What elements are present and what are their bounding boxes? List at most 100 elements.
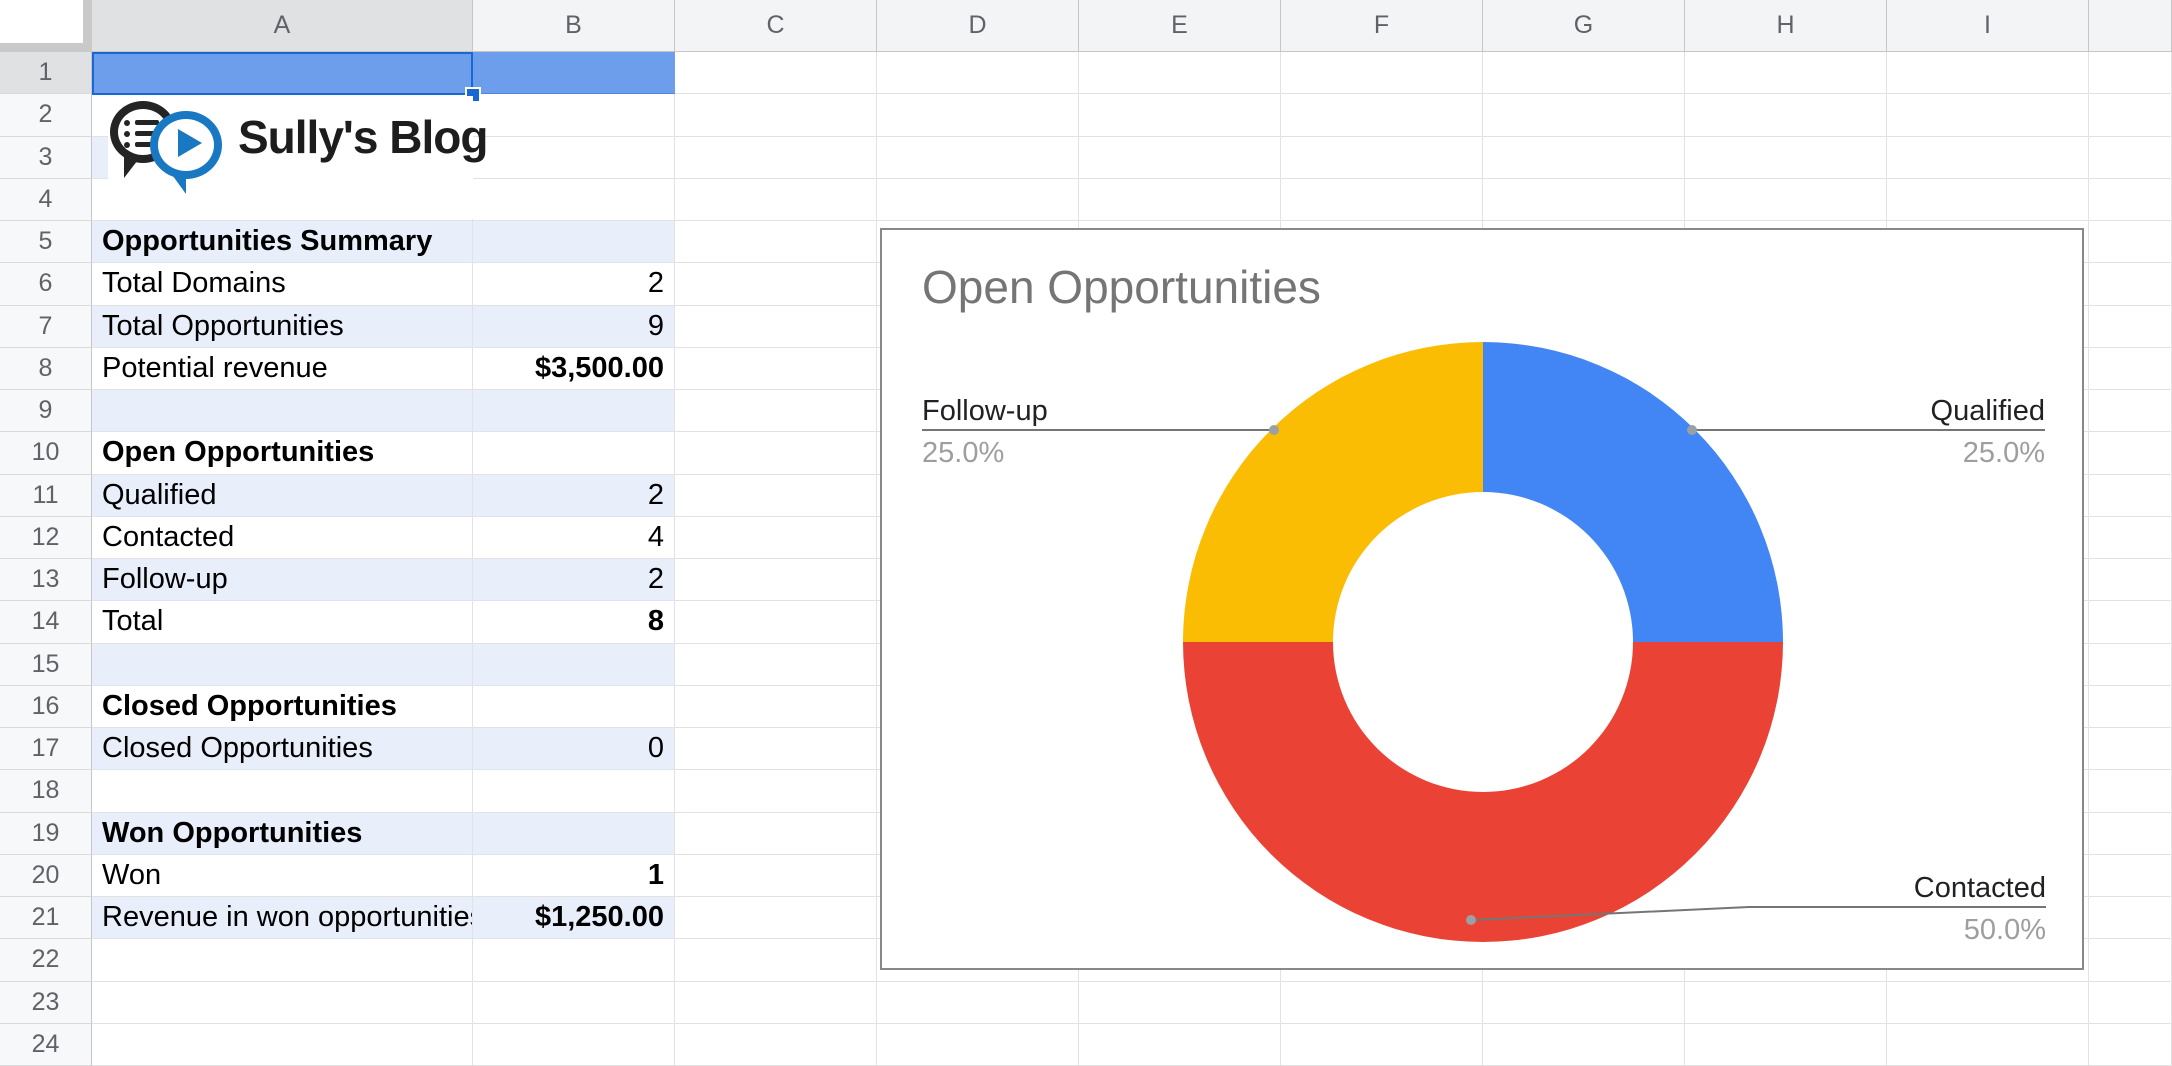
cell-E24[interactable] [1079, 1024, 1281, 1066]
cell-A23[interactable] [92, 982, 473, 1024]
cell-B7[interactable]: 9 [473, 306, 675, 348]
cell-F2[interactable] [1281, 94, 1483, 136]
cell-J10[interactable] [2089, 432, 2172, 474]
cell-C17[interactable] [675, 728, 877, 770]
row-header-9[interactable]: 9 [0, 390, 92, 432]
cell-C10[interactable] [675, 432, 877, 474]
row-header-16[interactable]: 16 [0, 686, 92, 728]
cell-I3[interactable] [1887, 137, 2089, 179]
cell-I1[interactable] [1887, 52, 2089, 94]
cell-B5[interactable] [473, 221, 675, 263]
cell-J5[interactable] [2089, 221, 2172, 263]
cell-J21[interactable] [2089, 897, 2172, 939]
cell-B14[interactable]: 8 [473, 601, 675, 643]
cell-J12[interactable] [2089, 517, 2172, 559]
cell-G3[interactable] [1483, 137, 1685, 179]
row-header-6[interactable]: 6 [0, 263, 92, 305]
cell-B6[interactable]: 2 [473, 263, 675, 305]
cell-B8[interactable]: $3,500.00 [473, 348, 675, 390]
cell-J6[interactable] [2089, 263, 2172, 305]
cell-A14[interactable]: Total [92, 601, 473, 643]
cell-C11[interactable] [675, 475, 877, 517]
cell-H1[interactable] [1685, 52, 1887, 94]
cell-B9[interactable] [473, 390, 675, 432]
row-header-14[interactable]: 14 [0, 601, 92, 643]
column-header-I[interactable]: I [1887, 0, 2089, 52]
cell-J24[interactable] [2089, 1024, 2172, 1066]
chart-container[interactable]: Open Opportunities Follow-up 25.0% Quali… [880, 228, 2084, 970]
row-header-24[interactable]: 24 [0, 1024, 92, 1066]
cell-J7[interactable] [2089, 306, 2172, 348]
cell-B15[interactable] [473, 644, 675, 686]
cell-G24[interactable] [1483, 1024, 1685, 1066]
row-header-1[interactable]: 1 [0, 52, 92, 94]
cell-J9[interactable] [2089, 390, 2172, 432]
cell-H3[interactable] [1685, 137, 1887, 179]
cell-J17[interactable] [2089, 728, 2172, 770]
cell-C9[interactable] [675, 390, 877, 432]
cell-E3[interactable] [1079, 137, 1281, 179]
cell-C18[interactable] [675, 770, 877, 812]
cell-J20[interactable] [2089, 855, 2172, 897]
cell-F4[interactable] [1281, 179, 1483, 221]
logo-image[interactable]: Sully's Blog [108, 96, 473, 219]
column-header-A[interactable]: A [92, 0, 473, 52]
column-header-C[interactable]: C [675, 0, 877, 52]
cell-E23[interactable] [1079, 982, 1281, 1024]
cell-A17[interactable]: Closed Opportunities [92, 728, 473, 770]
cell-J4[interactable] [2089, 179, 2172, 221]
cell-J1[interactable] [2089, 52, 2172, 94]
cell-F23[interactable] [1281, 982, 1483, 1024]
cell-B2[interactable] [473, 94, 675, 136]
cell-J3[interactable] [2089, 137, 2172, 179]
cell-G1[interactable] [1483, 52, 1685, 94]
row-header-23[interactable]: 23 [0, 982, 92, 1024]
cell-J14[interactable] [2089, 601, 2172, 643]
cell-J8[interactable] [2089, 348, 2172, 390]
cell-C3[interactable] [675, 137, 877, 179]
column-header-F[interactable]: F [1281, 0, 1483, 52]
cell-C4[interactable] [675, 179, 877, 221]
cell-A6[interactable]: Total Domains [92, 263, 473, 305]
cell-C2[interactable] [675, 94, 877, 136]
row-header-4[interactable]: 4 [0, 179, 92, 221]
cell-E2[interactable] [1079, 94, 1281, 136]
cell-A12[interactable]: Contacted [92, 517, 473, 559]
column-header-E[interactable]: E [1079, 0, 1281, 52]
cell-E4[interactable] [1079, 179, 1281, 221]
row-header-22[interactable]: 22 [0, 939, 92, 981]
cell-G2[interactable] [1483, 94, 1685, 136]
cell-A8[interactable]: Potential revenue [92, 348, 473, 390]
cell-J2[interactable] [2089, 94, 2172, 136]
row-header-21[interactable]: 21 [0, 897, 92, 939]
cell-B3[interactable] [473, 137, 675, 179]
cell-A20[interactable]: Won [92, 855, 473, 897]
cell-C7[interactable] [675, 306, 877, 348]
cell-D23[interactable] [877, 982, 1079, 1024]
cell-A19[interactable]: Won Opportunities [92, 813, 473, 855]
cell-B1[interactable] [473, 52, 675, 94]
cell-A18[interactable] [92, 770, 473, 812]
row-header-7[interactable]: 7 [0, 306, 92, 348]
cell-D1[interactable] [877, 52, 1079, 94]
cell-A5[interactable]: Opportunities Summary [92, 221, 473, 263]
cell-B24[interactable] [473, 1024, 675, 1066]
column-header-H[interactable]: H [1685, 0, 1887, 52]
cell-B17[interactable]: 0 [473, 728, 675, 770]
row-header-11[interactable]: 11 [0, 475, 92, 517]
cell-G4[interactable] [1483, 179, 1685, 221]
cell-D3[interactable] [877, 137, 1079, 179]
cell-B20[interactable]: 1 [473, 855, 675, 897]
cell-B16[interactable] [473, 686, 675, 728]
cell-C16[interactable] [675, 686, 877, 728]
cell-A16[interactable]: Closed Opportunities [92, 686, 473, 728]
cell-I2[interactable] [1887, 94, 2089, 136]
cell-C23[interactable] [675, 982, 877, 1024]
cell-A13[interactable]: Follow-up [92, 559, 473, 601]
cell-D4[interactable] [877, 179, 1079, 221]
row-header-18[interactable]: 18 [0, 770, 92, 812]
cell-A15[interactable] [92, 644, 473, 686]
cell-A24[interactable] [92, 1024, 473, 1066]
cell-F1[interactable] [1281, 52, 1483, 94]
cell-D24[interactable] [877, 1024, 1079, 1066]
